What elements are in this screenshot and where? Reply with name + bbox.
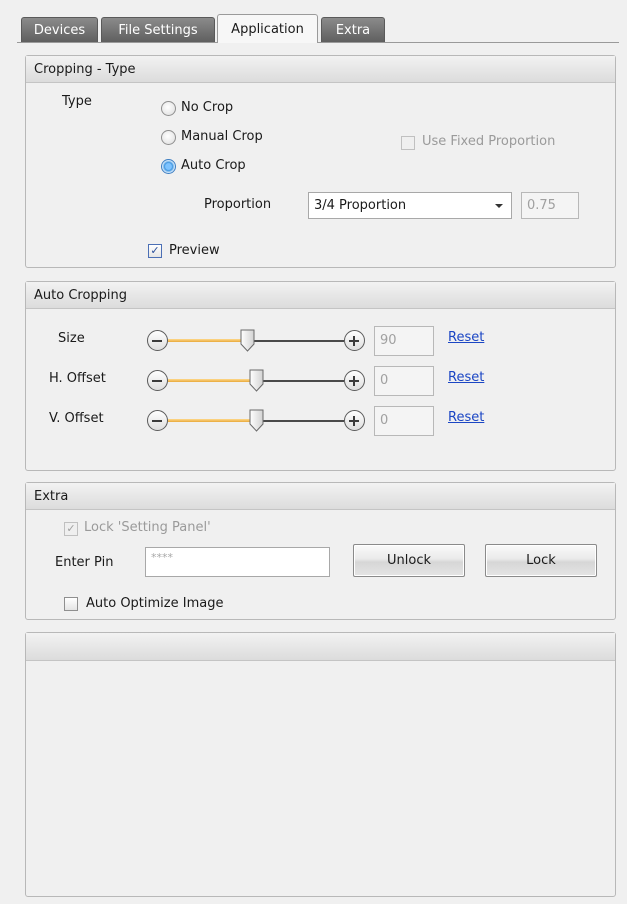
slider-value-field[interactable]: 0 — [374, 366, 434, 396]
reset-link[interactable]: Reset — [448, 410, 484, 425]
no-crop-radio[interactable] — [161, 101, 176, 116]
plus-icon[interactable] — [344, 410, 365, 431]
slider-fill — [168, 379, 256, 382]
cropping-type-group: Cropping - Type — [25, 55, 616, 268]
plus-icon[interactable] — [344, 370, 365, 391]
auto-crop-radio[interactable] — [161, 159, 176, 174]
preview-checkbox[interactable]: ✓ — [148, 244, 162, 258]
plus-icon[interactable] — [344, 330, 365, 351]
extra-header: Extra — [26, 483, 615, 510]
no-crop-label[interactable]: No Crop — [181, 100, 233, 115]
size-slider-row: Size 90 Reset — [0, 326, 627, 356]
h-offset-label: H. Offset — [49, 371, 106, 386]
lock-button[interactable]: Lock — [485, 544, 597, 577]
manual-crop-label[interactable]: Manual Crop — [181, 129, 263, 144]
tab-file-settings[interactable]: File Settings — [101, 17, 215, 42]
pin-input[interactable]: **** — [145, 547, 330, 577]
v-offset-label: V. Offset — [49, 411, 104, 426]
size-label: Size — [58, 331, 85, 346]
slider-thumb[interactable] — [240, 329, 255, 352]
slider-thumb[interactable] — [249, 369, 264, 392]
proportion-select[interactable]: 3/4 Proportion — [308, 192, 512, 219]
auto-optimize-checkbox[interactable] — [64, 597, 78, 611]
minus-icon[interactable] — [147, 370, 168, 391]
h-offset-slider-row: H. Offset 0 Reset — [0, 366, 627, 396]
auto-optimize-label[interactable]: Auto Optimize Image — [86, 596, 223, 611]
chevron-down-icon — [495, 204, 503, 208]
v-offset-slider-row: V. Offset 0 Reset — [0, 406, 627, 436]
auto-crop-label[interactable]: Auto Crop — [181, 158, 246, 173]
type-label: Type — [62, 94, 92, 109]
slider-fill — [168, 339, 248, 342]
cropping-type-header: Cropping - Type — [26, 56, 615, 83]
tab-application[interactable]: Application — [217, 14, 318, 43]
slider-value-field[interactable]: 90 — [374, 326, 434, 356]
empty-panel-header — [26, 633, 615, 661]
proportion-label: Proportion — [204, 197, 272, 212]
use-fixed-proportion-label: Use Fixed Proportion — [422, 134, 556, 149]
slider-value-field[interactable]: 0 — [374, 406, 434, 436]
slider-fill — [168, 419, 256, 422]
proportion-ratio-field: 0.75 — [521, 192, 579, 219]
lock-setting-panel-checkbox[interactable]: ✓ — [64, 522, 78, 536]
minus-icon[interactable] — [147, 330, 168, 351]
use-fixed-proportion-checkbox[interactable] — [401, 136, 415, 150]
unlock-button[interactable]: Unlock — [353, 544, 465, 577]
tab-divider — [17, 42, 619, 43]
tab-extra[interactable]: Extra — [321, 17, 385, 42]
proportion-select-value: 3/4 Proportion — [314, 198, 407, 213]
reset-link[interactable]: Reset — [448, 330, 484, 345]
slider-thumb[interactable] — [249, 409, 264, 432]
manual-crop-radio[interactable] — [161, 130, 176, 145]
preview-label[interactable]: Preview — [169, 243, 220, 258]
auto-cropping-header: Auto Cropping — [26, 282, 615, 309]
enter-pin-label: Enter Pin — [55, 555, 114, 570]
empty-panel — [25, 632, 616, 897]
tab-devices[interactable]: Devices — [21, 17, 98, 42]
reset-link[interactable]: Reset — [448, 370, 484, 385]
lock-setting-panel-label: Lock 'Setting Panel' — [84, 520, 211, 535]
minus-icon[interactable] — [147, 410, 168, 431]
